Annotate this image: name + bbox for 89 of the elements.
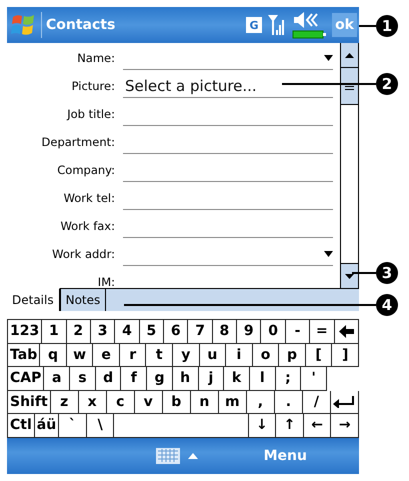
space-key[interactable]: [114, 414, 249, 438]
key[interactable]: z: [50, 390, 79, 414]
field-label: Job title:: [66, 107, 116, 121]
key[interactable]: .: [274, 390, 303, 414]
callout-number: 2: [376, 73, 398, 95]
volume-battery-icon[interactable]: [292, 11, 326, 39]
field-label: IM:: [96, 275, 116, 288]
enter-icon: [333, 396, 356, 408]
key[interactable]: ]: [332, 344, 359, 367]
key[interactable]: 1: [42, 320, 67, 344]
key[interactable]: y: [173, 344, 200, 367]
key[interactable]: 123: [7, 320, 42, 344]
key[interactable]: i: [226, 344, 253, 367]
key[interactable]: l: [250, 367, 276, 390]
key[interactable]: e: [93, 344, 120, 367]
key[interactable]: 8: [212, 320, 238, 344]
key[interactable]: r: [120, 344, 146, 367]
key[interactable]: h: [172, 367, 198, 390]
backspace-icon: [338, 324, 354, 338]
key[interactable]: n: [190, 390, 219, 414]
leader-line: [352, 272, 376, 274]
enter-key[interactable]: [330, 390, 359, 414]
callout-number: 3: [376, 262, 398, 284]
key[interactable]: c: [106, 390, 135, 414]
tab[interactable]: Details: [7, 288, 60, 311]
key[interactable]: →: [331, 414, 360, 438]
callout-number: 1: [376, 15, 398, 37]
key[interactable]: t: [146, 344, 174, 367]
field-label: Name:: [76, 51, 116, 65]
key[interactable]: d: [96, 367, 122, 390]
key[interactable]: =: [310, 320, 335, 344]
connection-indicator[interactable]: G: [246, 17, 262, 33]
scroll-up-icon[interactable]: [345, 52, 354, 58]
field-label: Picture:: [70, 79, 116, 93]
key[interactable]: f: [121, 367, 148, 390]
key[interactable]: k: [224, 367, 250, 390]
key[interactable]: Tab: [7, 344, 40, 367]
key[interactable]: Ctl: [7, 414, 35, 438]
field-label: Department:: [40, 135, 116, 149]
field-label: Work tel:: [62, 191, 116, 205]
scroll-bar[interactable]: [340, 43, 359, 288]
start-flag-icon[interactable]: [11, 13, 35, 37]
key[interactable]: -: [286, 320, 310, 344]
key[interactable]: ': [301, 367, 327, 390]
key[interactable]: ,: [246, 390, 275, 414]
leader-line: [359, 25, 376, 27]
key[interactable]: 6: [164, 320, 188, 344]
key[interactable]: [: [306, 344, 332, 367]
field-label: Company:: [56, 163, 116, 177]
signal-icon[interactable]: [268, 15, 286, 35]
key[interactable]: áü: [34, 414, 60, 438]
key[interactable]: 3: [90, 320, 116, 344]
key[interactable]: 4: [115, 320, 140, 344]
key[interactable]: Shift: [7, 390, 51, 414]
key[interactable]: m: [218, 390, 247, 414]
key[interactable]: 0: [261, 320, 286, 344]
key[interactable]: x: [78, 390, 107, 414]
key[interactable]: 5: [140, 320, 164, 344]
key[interactable]: ←: [304, 414, 332, 438]
tab[interactable]: Notes: [60, 288, 106, 311]
key[interactable]: o: [252, 344, 280, 367]
backspace-key[interactable]: [334, 320, 359, 344]
scroll-down-icon[interactable]: [345, 274, 354, 278]
key[interactable]: \: [86, 414, 114, 438]
field-label: Work fax:: [59, 219, 116, 233]
key[interactable]: w: [66, 344, 94, 367]
caret-up-icon[interactable]: [188, 452, 198, 458]
key[interactable]: s: [70, 367, 96, 390]
key[interactable]: j: [198, 367, 224, 390]
key[interactable]: g: [147, 367, 173, 390]
key[interactable]: b: [162, 390, 191, 414]
key[interactable]: 2: [66, 320, 91, 344]
field-label: Work addr:: [51, 247, 116, 261]
key[interactable]: 9: [237, 320, 262, 344]
key[interactable]: q: [40, 344, 67, 367]
key[interactable]: `: [59, 414, 87, 438]
key[interactable]: a: [44, 367, 70, 390]
key[interactable]: 7: [188, 320, 213, 344]
key[interactable]: /: [302, 390, 331, 414]
key[interactable]: CAP: [7, 367, 44, 390]
window-title: Contacts: [41, 12, 240, 38]
key[interactable]: ;: [276, 367, 302, 390]
key[interactable]: p: [279, 344, 306, 367]
keyboard-icon[interactable]: [156, 448, 180, 464]
key[interactable]: u: [200, 344, 226, 367]
key[interactable]: ↓: [248, 414, 276, 438]
key[interactable]: ↑: [276, 414, 304, 438]
key[interactable]: v: [134, 390, 163, 414]
callout-number: 4: [376, 294, 398, 316]
